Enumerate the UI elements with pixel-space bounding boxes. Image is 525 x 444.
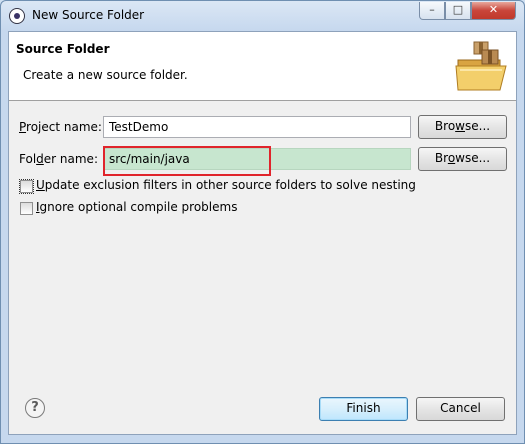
banner-title: Source Folder xyxy=(16,42,110,56)
folder-name-label: Folder name: xyxy=(19,152,98,166)
project-browse-label-a: Bro xyxy=(434,119,456,133)
ignore-label-text: gnore optional compile problems xyxy=(39,200,238,214)
close-button[interactable]: ✕ xyxy=(471,2,516,20)
project-label-text: roject name: xyxy=(26,120,102,134)
update-exclusion-label[interactable]: Update exclusion filters in other source… xyxy=(36,178,416,192)
maximize-button[interactable]: □ xyxy=(445,2,471,20)
project-browse-label-b: se... xyxy=(465,119,491,133)
ignore-compile-problems-label[interactable]: Ignore optional compile problems xyxy=(36,200,237,214)
dialog-window: New Source Folder – □ ✕ Source Folder Cr… xyxy=(0,0,525,444)
project-browse-mnemonic: w xyxy=(455,119,465,133)
maximize-icon: □ xyxy=(452,3,464,16)
close-icon: ✕ xyxy=(488,3,499,16)
minimize-button[interactable]: – xyxy=(419,2,445,20)
project-label-mnemonic: P xyxy=(19,120,27,134)
wizard-banner: Source Folder Create a new source folder… xyxy=(9,32,516,101)
project-name-label: Project name: xyxy=(19,120,102,134)
project-name-field[interactable]: TestDemo xyxy=(103,116,411,138)
folder-browse-label-b: wse... xyxy=(455,151,491,165)
banner-description: Create a new source folder. xyxy=(23,68,188,82)
project-name-value: TestDemo xyxy=(109,120,169,134)
annotation-highlight-box xyxy=(103,146,271,176)
update-mnemonic: U xyxy=(36,178,45,192)
finish-button[interactable]: Finish xyxy=(319,397,408,421)
source-folder-icon xyxy=(455,41,507,91)
window-title: New Source Folder xyxy=(32,8,145,22)
update-exclusion-checkbox[interactable] xyxy=(19,179,34,194)
folder-label-text-b: er name: xyxy=(43,152,98,166)
folder-label-mnemonic: d xyxy=(36,152,44,166)
folder-label-text-a: Fol xyxy=(19,152,37,166)
cancel-button[interactable]: Cancel xyxy=(416,397,505,421)
dialog-client-area: Source Folder Create a new source folder… xyxy=(8,31,517,435)
minimize-icon: – xyxy=(429,3,435,16)
eclipse-app-icon xyxy=(9,8,25,24)
folder-browse-button[interactable]: Browse... xyxy=(418,147,507,171)
ignore-compile-problems-checkbox[interactable] xyxy=(20,202,33,215)
project-browse-button[interactable]: Browse... xyxy=(418,115,507,139)
update-label-text: pdate exclusion filters in other source … xyxy=(44,178,416,192)
title-bar[interactable]: New Source Folder – □ ✕ xyxy=(1,1,524,31)
help-icon[interactable]: ? xyxy=(25,398,45,418)
folder-browse-label-a: Br xyxy=(434,151,448,165)
